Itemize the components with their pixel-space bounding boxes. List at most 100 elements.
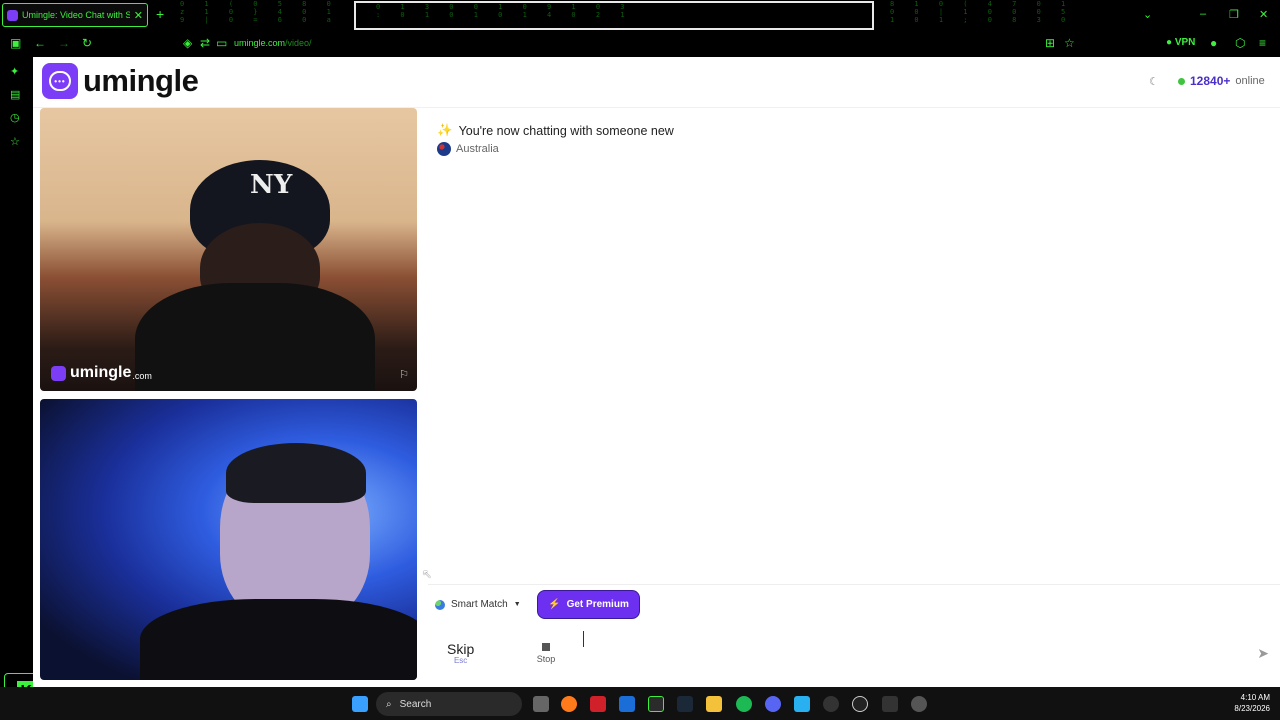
taskbar-clock[interactable]: 4:10 AM 8/23/2026 bbox=[1234, 692, 1270, 714]
sparkles-icon: ✨ bbox=[437, 123, 453, 137]
skip-button[interactable]: Skip Esc bbox=[447, 641, 474, 665]
watermark-suffix: .com bbox=[132, 370, 152, 381]
address-bar[interactable]: umingle.com/video/ bbox=[234, 38, 312, 48]
umingle-page: ••• umingle ☾ 12840+ online NY umingle .c… bbox=[33, 57, 1280, 687]
menu-icon[interactable]: ≡ bbox=[1259, 36, 1266, 50]
start-windows-icon[interactable] bbox=[352, 696, 368, 712]
steam-icon[interactable] bbox=[677, 696, 693, 712]
url-path: /video/ bbox=[285, 38, 312, 48]
video-watermark: umingle .com bbox=[51, 364, 152, 382]
stop-icon bbox=[542, 643, 550, 651]
browser-tab-umingle[interactable]: Umingle: Video Chat with Stran ✕ bbox=[2, 3, 148, 27]
browser-toolbar: ▣ ← → ↻ ◈ ⇄ ▭ umingle.com/video/ ⊞ ☆ ● V… bbox=[0, 30, 1280, 57]
ny-logo-icon: NY bbox=[250, 170, 293, 200]
outlook-icon[interactable] bbox=[619, 696, 635, 712]
chat-status: ✨ You're now chatting with someone new Au… bbox=[437, 123, 674, 156]
shield-icon[interactable]: ◈ bbox=[183, 36, 192, 50]
logo-text: umingle bbox=[83, 63, 199, 98]
self-hair bbox=[226, 443, 366, 503]
close-tab-icon[interactable]: ✕ bbox=[134, 9, 143, 22]
hulu-icon[interactable] bbox=[648, 696, 664, 712]
stranger-video: NY umingle .com ⚐ bbox=[40, 108, 417, 391]
vpn-label: VPN bbox=[1174, 37, 1196, 48]
favorites-icon[interactable]: ☆ bbox=[10, 135, 20, 148]
tab-search-chevron-icon[interactable]: ⌄ bbox=[1143, 8, 1152, 21]
clock-date: 8/23/2026 bbox=[1234, 704, 1270, 713]
amd-icon[interactable] bbox=[590, 696, 606, 712]
watermark-logo-icon bbox=[51, 365, 66, 381]
window-title-area: 0 1 3 0 0 1 0 9 1 0 3: 0 1 0 1 0 1 4 0 2… bbox=[354, 1, 874, 30]
minimize-icon[interactable]: – bbox=[1200, 8, 1206, 20]
url-domain: umingle.com bbox=[234, 38, 286, 48]
globe-icon bbox=[435, 599, 445, 610]
online-counter: 12840+ online bbox=[1178, 74, 1265, 88]
stranger-hoodie bbox=[135, 283, 375, 391]
site-settings-icon[interactable]: ⇄ bbox=[200, 36, 210, 50]
taskbar-search-label: Search bbox=[399, 698, 432, 710]
online-count: 12840+ bbox=[1190, 74, 1231, 88]
reload-icon[interactable]: ↻ bbox=[82, 36, 92, 50]
chat-divider bbox=[428, 584, 1280, 585]
mouse-cursor-icon: ↖ bbox=[422, 567, 433, 581]
matrix-decoration: 0 1 ( 0 5 8 0z 1 0 } 4 0 19 | 0 = 6 0 a bbox=[180, 0, 339, 24]
messenger-icon[interactable]: ▤ bbox=[10, 88, 20, 101]
install-app-icon[interactable]: ⊞ bbox=[1045, 36, 1055, 50]
spotify-icon[interactable] bbox=[736, 696, 752, 712]
smart-match-label: Smart Match bbox=[451, 599, 508, 610]
umingle-favicon-icon bbox=[7, 9, 18, 21]
file-explorer-icon[interactable] bbox=[706, 696, 722, 712]
extensions-icon[interactable]: ⬡ bbox=[1235, 36, 1245, 50]
online-dot-icon bbox=[1178, 77, 1185, 85]
tab-title: Umingle: Video Chat with Stran bbox=[22, 10, 130, 20]
new-tab-button[interactable]: + bbox=[156, 6, 164, 22]
store-icon[interactable] bbox=[794, 696, 810, 712]
chat-status-message: You're now chatting with someone new bbox=[458, 123, 674, 138]
stop-button[interactable]: Stop bbox=[531, 643, 561, 664]
self-shirt bbox=[140, 599, 417, 680]
opera-gx-icon[interactable] bbox=[911, 696, 927, 712]
browser-tab-bar: Umingle: Video Chat with Stran ✕ + 0 1 (… bbox=[0, 0, 1280, 30]
lightning-icon: ⚡ bbox=[548, 599, 561, 610]
profile-icon[interactable]: ● bbox=[1210, 36, 1217, 50]
report-flag-icon[interactable]: ⚐ bbox=[399, 368, 409, 381]
game-app-icon[interactable] bbox=[882, 696, 898, 712]
self-video bbox=[40, 399, 417, 680]
skip-label: Skip bbox=[447, 641, 475, 657]
get-premium-button[interactable]: ⚡ Get Premium bbox=[537, 590, 640, 619]
chat-bubble-logo-icon: ••• bbox=[42, 63, 78, 99]
watermark-text: umingle bbox=[70, 364, 132, 381]
forward-icon[interactable]: → bbox=[58, 36, 70, 50]
skip-shortcut: Esc bbox=[453, 656, 468, 665]
online-label: online bbox=[1235, 75, 1265, 87]
send-icon[interactable]: ➤ bbox=[1257, 645, 1269, 662]
task-view-icon[interactable] bbox=[533, 696, 549, 712]
dark-mode-moon-icon[interactable]: ☾ bbox=[1149, 75, 1159, 88]
taskbar-search[interactable]: ⌕ Search bbox=[376, 692, 522, 716]
camera-permission-icon[interactable]: ▭ bbox=[216, 36, 227, 50]
obs-icon[interactable] bbox=[852, 696, 868, 712]
message-input[interactable]: ➤ bbox=[575, 629, 1275, 679]
stranger-country: Australia bbox=[456, 143, 499, 155]
firefox-icon[interactable] bbox=[561, 696, 577, 712]
premium-label: Get Premium bbox=[566, 599, 629, 610]
aria-ai-icon[interactable]: ✦ bbox=[10, 65, 19, 78]
back-icon[interactable]: ← bbox=[34, 36, 46, 50]
site-logo[interactable]: ••• umingle bbox=[42, 63, 199, 99]
discord-icon[interactable] bbox=[765, 696, 781, 712]
power-app-icon[interactable] bbox=[823, 696, 839, 712]
maximize-icon[interactable]: ❐ bbox=[1229, 8, 1239, 21]
smart-match-dropdown[interactable]: Smart Match ▼ bbox=[435, 599, 521, 610]
search-icon: ⌕ bbox=[386, 698, 392, 710]
browser-sidebar: ✦ ▤ ◷ ☆ bbox=[0, 57, 33, 687]
windows-taskbar: ⌕ Search 4:10 AM 8/23/2026 bbox=[0, 687, 1280, 720]
text-caret bbox=[583, 631, 584, 647]
stop-label: Stop bbox=[536, 654, 556, 664]
clock-time: 4:10 AM bbox=[1240, 693, 1270, 702]
sidebar-toggle-icon[interactable]: ▣ bbox=[10, 36, 21, 50]
close-window-icon[interactable]: ✕ bbox=[1259, 8, 1268, 21]
vpn-button[interactable]: ● VPN bbox=[1166, 37, 1195, 48]
australia-flag-icon bbox=[437, 142, 451, 156]
bookmark-star-icon[interactable]: ☆ bbox=[1064, 36, 1075, 50]
matrix-decoration-right: 8 1 0 ( 4 7 0 10 0 | 1 0 0 0 51 0 1 ; 0 … bbox=[890, 0, 1074, 24]
history-icon[interactable]: ◷ bbox=[10, 111, 20, 124]
